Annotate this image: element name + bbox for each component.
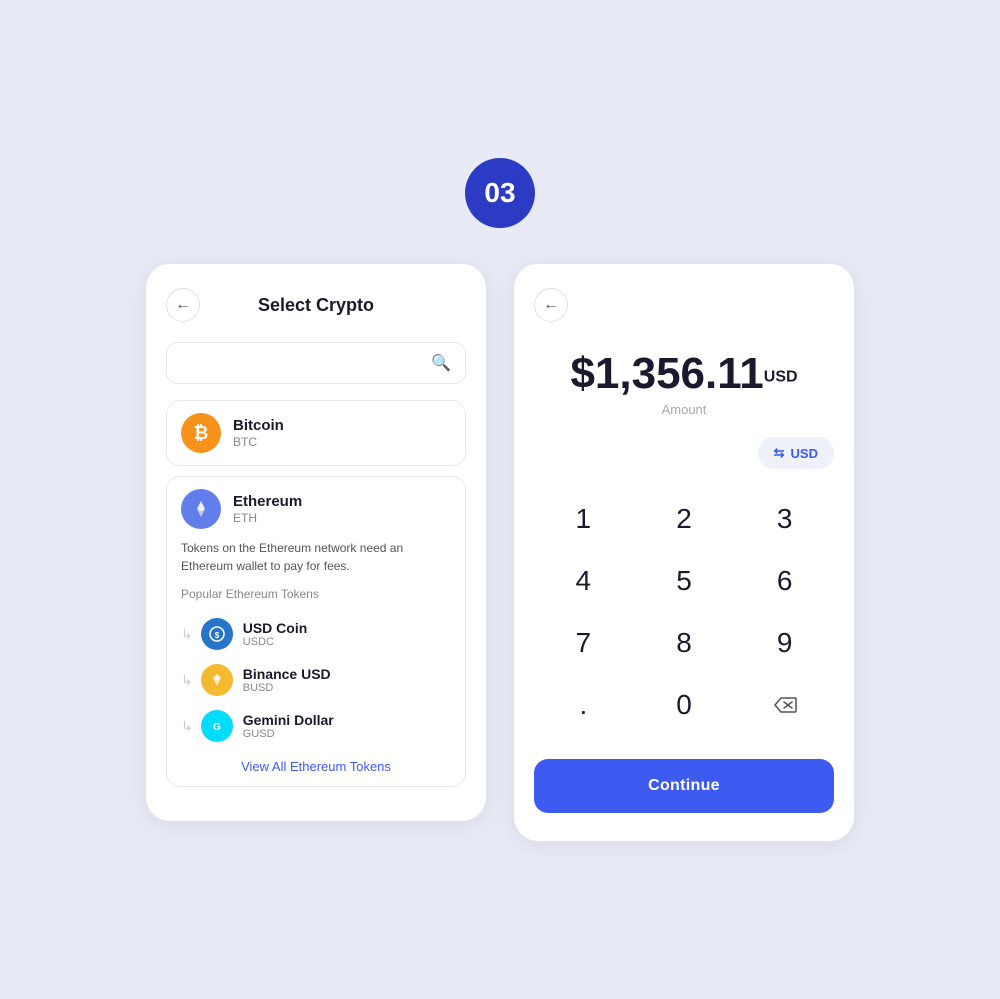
amount-currency: USD: [764, 369, 798, 386]
eth-note: Tokens on the Ethereum network need an E…: [181, 539, 451, 575]
eth-info: Ethereum ETH: [233, 493, 302, 525]
key-delete[interactable]: [735, 675, 834, 735]
amount-section: $1,356.11USD Amount: [534, 352, 834, 417]
eth-icon: [181, 489, 221, 529]
currency-toggle-section: ⇆ USD: [534, 437, 834, 469]
ethereum-main[interactable]: Ethereum ETH: [181, 489, 451, 529]
key-1[interactable]: 1: [534, 489, 633, 549]
key-4[interactable]: 4: [534, 551, 633, 611]
search-icon: 🔍: [431, 353, 451, 373]
key-6[interactable]: 6: [735, 551, 834, 611]
continue-button[interactable]: Continue: [534, 759, 834, 813]
left-panel-header: ← Select Crypto: [166, 288, 466, 322]
amount-panel: ← $1,356.11USD Amount ⇆ USD 1 2 3 4 5 6 …: [514, 264, 854, 841]
btc-symbol: ₿: [194, 423, 209, 444]
usdc-icon: $: [201, 618, 233, 650]
btc-info: Bitcoin BTC: [233, 417, 284, 449]
gusd-icon: G: [201, 710, 233, 742]
bitcoin-item[interactable]: ₿ Bitcoin BTC: [166, 400, 466, 466]
key-5[interactable]: 5: [635, 551, 734, 611]
svg-text:$: $: [215, 631, 220, 640]
key-7[interactable]: 7: [534, 613, 633, 673]
right-back-button[interactable]: ←: [534, 288, 568, 322]
busd-item[interactable]: ↳ Binance USD BUSD: [181, 657, 451, 703]
btc-name: Bitcoin: [233, 417, 284, 434]
busd-indent: ↳: [181, 672, 193, 689]
currency-label: USD: [791, 446, 818, 461]
key-2[interactable]: 2: [635, 489, 734, 549]
key-9[interactable]: 9: [735, 613, 834, 673]
eth-ticker: ETH: [233, 511, 302, 525]
panels-container: ← Select Crypto 🔍 ₿ Bitcoin BTC: [146, 264, 854, 841]
right-back-icon: ←: [543, 296, 559, 314]
key-0[interactable]: 0: [635, 675, 734, 735]
usdc-item[interactable]: ↳ $ USD Coin USDC: [181, 611, 451, 657]
swap-icon: ⇆: [774, 445, 785, 461]
step-number: 03: [484, 177, 515, 209]
gusd-info: Gemini Dollar GUSD: [243, 712, 334, 740]
left-back-icon: ←: [175, 296, 191, 314]
busd-icon: [201, 664, 233, 696]
usdc-indent: ↳: [181, 626, 193, 643]
key-3[interactable]: 3: [735, 489, 834, 549]
popular-label: Popular Ethereum Tokens: [181, 587, 451, 601]
select-crypto-panel: ← Select Crypto 🔍 ₿ Bitcoin BTC: [146, 264, 486, 821]
currency-toggle-button[interactable]: ⇆ USD: [758, 437, 834, 469]
right-panel-header: ←: [534, 288, 834, 322]
search-input[interactable]: [181, 355, 431, 371]
keypad: 1 2 3 4 5 6 7 8 9 . 0: [534, 489, 834, 735]
eth-name: Ethereum: [233, 493, 302, 510]
step-badge: 03: [465, 158, 535, 228]
key-dot[interactable]: .: [534, 675, 633, 735]
btc-ticker: BTC: [233, 435, 284, 449]
amount-display: $1,356.11USD: [534, 352, 834, 396]
svg-text:G: G: [213, 722, 221, 733]
left-panel-title: Select Crypto: [258, 295, 374, 316]
amount-value: $1,356.11: [570, 349, 763, 398]
usdc-info: USD Coin USDC: [243, 620, 308, 648]
ethereum-section: Ethereum ETH Tokens on the Ethereum netw…: [166, 476, 466, 787]
left-back-button[interactable]: ←: [166, 288, 200, 322]
busd-info: Binance USD BUSD: [243, 666, 331, 694]
key-8[interactable]: 8: [635, 613, 734, 673]
gusd-item[interactable]: ↳ G Gemini Dollar GUSD: [181, 703, 451, 749]
btc-icon: ₿: [181, 413, 221, 453]
amount-label: Amount: [534, 402, 834, 417]
gusd-indent: ↳: [181, 718, 193, 735]
search-bar: 🔍: [166, 342, 466, 384]
view-all-link[interactable]: View All Ethereum Tokens: [181, 759, 451, 774]
